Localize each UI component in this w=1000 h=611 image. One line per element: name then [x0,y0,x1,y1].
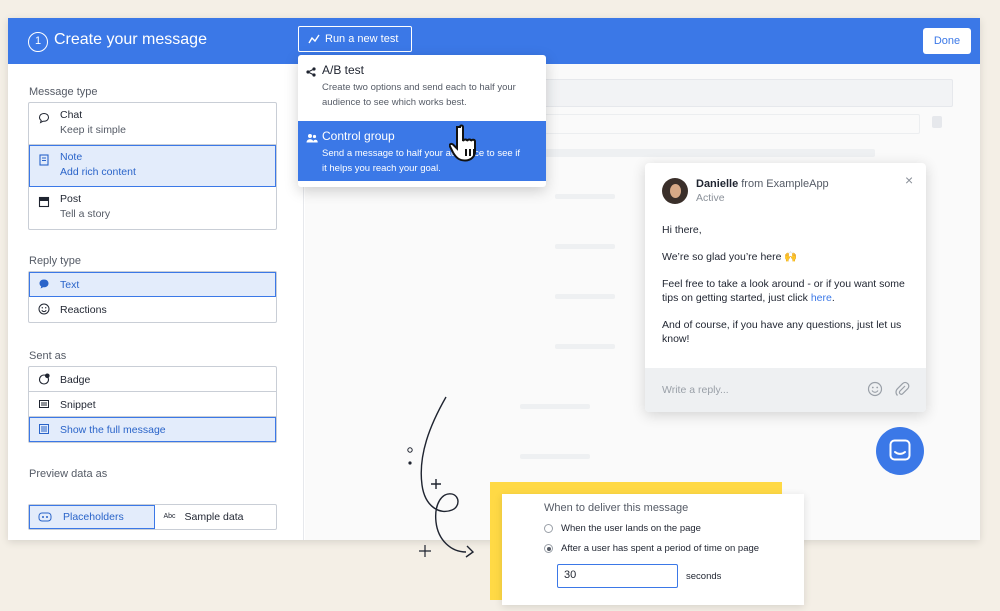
option-title: Show the full message [60,424,166,436]
emoji-icon[interactable] [867,381,883,397]
smiley-icon [38,303,50,315]
messenger-launcher-button[interactable] [876,427,924,475]
sent-as-badge[interactable]: Badge [29,367,276,392]
option-title: Chat [60,109,83,121]
radio-label: After a user has spent a period of time … [561,543,760,554]
message-greeting: Hi there, [662,224,702,236]
note-icon [39,154,49,166]
page-title: Create your message [54,31,207,48]
reply-type-reactions[interactable]: Reactions [29,297,276,322]
reply-input[interactable]: Write a reply... [662,384,729,396]
message-line: We’re so glad you’re here 🙌 [662,251,798,263]
dropdown-item-title: Control group [322,129,395,143]
sender-status: Active [696,192,725,204]
dropdown-item-control-group[interactable]: Control group Send a message to half you… [298,121,546,181]
blurred-line [555,294,615,299]
dropdown-item-ab-test[interactable]: A/B test Create two options and send eac… [298,55,546,121]
message-line: Feel free to take a look around - or if … [662,277,914,305]
option-title: Snippet [60,399,96,411]
sender-line: Danielle from ExampleApp [696,178,829,190]
option-title: Sample data [184,511,244,523]
message-text: Feel free to take a look around - or if … [662,278,905,304]
here-link[interactable]: here [811,292,832,304]
option-subtitle: Keep it simple [60,124,126,136]
message-type-chat[interactable]: Chat Keep it simple [29,103,276,145]
reply-type-options: Text Reactions [28,271,277,323]
radio-button[interactable] [544,524,553,533]
reply-composer[interactable]: Write a reply... [645,368,926,412]
option-title: Placeholders [63,511,124,523]
trend-icon [308,34,320,44]
dropdown-item-description: Send a message to half your audience to … [322,148,521,174]
snippet-icon [39,400,49,408]
option-subtitle: Tell a story [60,208,111,220]
post-icon [38,196,50,208]
preview-sample-data-option[interactable]: Abc Sample data [155,505,277,529]
dropdown-item-title: A/B test [322,63,365,77]
message-line: And of course, if you have any questions… [662,319,902,345]
arrow-doodle-icon [407,396,475,558]
chat-bubble-icon [38,112,50,124]
chat-launcher-icon [889,439,911,461]
seconds-input[interactable]: 30 [557,564,678,588]
step-number-badge: 1 [28,32,48,52]
delivery-title: When to deliver this message [544,502,689,514]
run-test-dropdown: A/B test Create two options and send eac… [298,55,546,187]
sent-as-full-message[interactable]: Show the full message [29,417,276,442]
message-type-post[interactable]: Post Tell a story [29,187,276,229]
abc-icon: Abc [163,513,176,520]
preview-placeholders-option[interactable]: Placeholders [29,505,155,529]
close-icon[interactable]: × [905,172,913,188]
message-type-label: Message type [29,86,98,98]
radio-label: When the user lands on the page [561,523,701,534]
attachment-icon[interactable] [894,381,910,397]
full-message-icon [39,424,49,434]
radio-button[interactable] [544,544,553,553]
message-type-note[interactable]: Note Add rich content [29,145,276,187]
sender-company: from ExampleApp [741,178,829,190]
blurred-field [515,114,920,134]
dropdown-item-description: Create two options and send each to half… [322,82,516,108]
delivery-settings: When to deliver this message When the us… [502,494,804,605]
settings-panel: Message type Chat Keep it simple Note Ad… [8,64,304,540]
message-type-options: Chat Keep it simple Note Add rich conten… [28,102,277,230]
done-button[interactable]: Done [923,28,971,54]
sender-name: Danielle [696,178,739,190]
blurred-line [520,454,590,459]
blurred-line [555,344,615,349]
message-text: . [831,292,835,304]
sent-as-options: Badge Snippet Show the full message [28,366,277,443]
seconds-unit-label: seconds [686,571,722,582]
placeholder-icon [38,512,52,522]
blurred-line [555,244,615,249]
option-title: Note [60,151,83,163]
message-body: Hi there, We’re so glad you’re here 🙌 Fe… [662,223,914,359]
share-icon [306,67,316,77]
blurred-line [555,194,615,199]
badge-icon [38,373,50,385]
run-new-test-label: Run a new test [325,33,399,45]
blurred-handle [932,116,942,128]
messenger-preview: Danielle from ExampleApp Active × Hi the… [645,163,926,412]
option-title: Badge [60,374,91,386]
preview-data-label: Preview data as [29,468,108,480]
option-title: Text [60,279,80,291]
blurred-line [520,404,590,409]
reply-type-label: Reply type [29,255,81,267]
people-icon [306,134,318,143]
sent-as-label: Sent as [29,350,67,362]
sent-as-snippet[interactable]: Snippet [29,392,276,417]
preview-data-toggle: Placeholders Abc Sample data [28,504,277,530]
blurred-line [515,149,875,157]
option-subtitle: Add rich content [60,166,136,178]
hand-cursor-icon [449,124,476,162]
reply-type-text[interactable]: Text [29,272,276,297]
option-title: Reactions [60,304,107,316]
avatar [662,178,688,204]
text-bubble-icon [39,279,49,289]
run-new-test-button[interactable]: Run a new test [298,26,412,52]
option-title: Post [60,193,82,205]
